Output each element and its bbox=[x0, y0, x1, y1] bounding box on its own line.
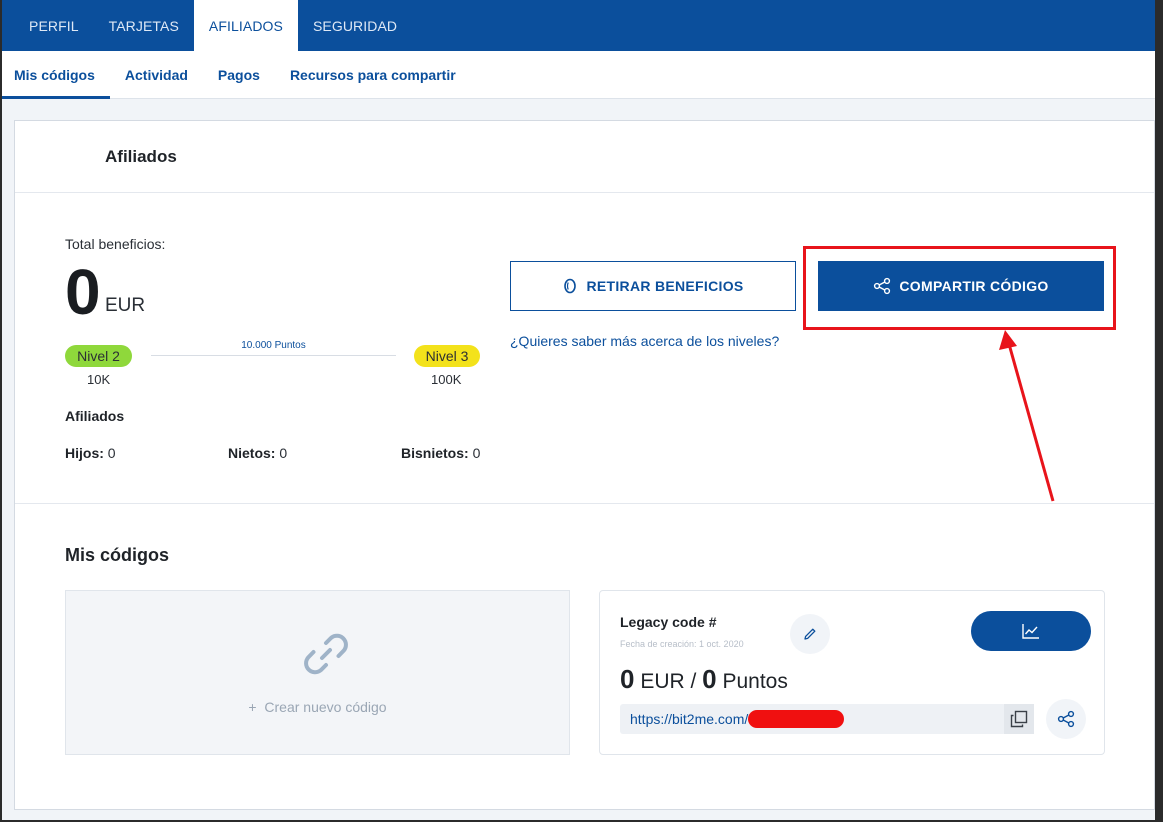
coin-icon bbox=[564, 278, 577, 294]
chart-icon bbox=[1022, 624, 1039, 639]
tab-tarjetas[interactable]: TARJETAS bbox=[94, 0, 194, 51]
stat-nietos: Nietos: 0 bbox=[228, 445, 287, 461]
total-benefits-label: Total beneficios: bbox=[65, 236, 166, 252]
create-code-tile[interactable]: + Crear nuevo código bbox=[65, 590, 570, 755]
share-icon bbox=[1057, 710, 1075, 728]
affiliates-card: Afiliados Total beneficios: 0 EUR Nivel … bbox=[14, 120, 1155, 810]
stat-hijos-value: 0 bbox=[107, 445, 116, 461]
next-level-threshold: 100K bbox=[431, 372, 462, 387]
copy-icon bbox=[1010, 710, 1028, 728]
code-card: Legacy code # Fecha de creación: 1 oct. … bbox=[599, 590, 1105, 755]
subtab-recursos[interactable]: Recursos para compartir bbox=[275, 51, 471, 99]
tab-seguridad[interactable]: SEGURIDAD bbox=[298, 0, 412, 51]
stat-bisnietos: Bisnietos: 0 bbox=[401, 445, 480, 461]
subtab-mis-codigos[interactable]: Mis códigos bbox=[2, 51, 110, 99]
copy-url-button[interactable] bbox=[1004, 704, 1034, 734]
current-level-badge: Nivel 2 bbox=[65, 345, 132, 367]
edit-code-button[interactable] bbox=[790, 614, 830, 654]
app-frame: PERFIL TARJETAS AFILIADOS SEGURIDAD Mis … bbox=[0, 0, 1163, 822]
plus-icon: + bbox=[248, 699, 257, 715]
share-code-label: COMPARTIR CÓDIGO bbox=[899, 278, 1049, 294]
my-codes-title: Mis códigos bbox=[65, 545, 170, 565]
stat-nietos-label: Nietos: bbox=[228, 445, 276, 461]
link-icon bbox=[304, 633, 348, 675]
subtab-pagos[interactable]: Pagos bbox=[203, 51, 275, 99]
level-progress-track bbox=[151, 355, 396, 356]
affiliates-subtitle: Afiliados bbox=[65, 408, 125, 424]
card-title: Afiliados bbox=[105, 146, 177, 166]
withdraw-benefits-button[interactable]: RETIRAR BENEFICIOS bbox=[510, 261, 796, 311]
share-code-button[interactable]: COMPARTIR CÓDIGO bbox=[818, 261, 1104, 311]
level-points-label: 10.000 Puntos bbox=[241, 340, 306, 351]
redaction-mark bbox=[748, 710, 845, 728]
affiliates-subnav: Mis códigos Actividad Pagos Recursos par… bbox=[2, 51, 1159, 99]
create-code-label-row: + Crear nuevo código bbox=[66, 699, 569, 715]
code-name: Legacy code # bbox=[620, 614, 717, 630]
total-benefits-unit: EUR bbox=[105, 295, 146, 316]
code-eur-unit: EUR / bbox=[640, 670, 697, 693]
share-url-button[interactable] bbox=[1046, 699, 1086, 739]
code-points-value: 0 bbox=[702, 664, 717, 694]
code-eur-value: 0 bbox=[620, 664, 635, 694]
card-header: Afiliados bbox=[15, 121, 1154, 193]
code-earnings: 0 EUR / 0 Puntos bbox=[620, 664, 788, 695]
tab-perfil[interactable]: PERFIL bbox=[2, 0, 94, 51]
tab-afiliados[interactable]: AFILIADOS bbox=[193, 0, 298, 51]
referral-url: https://bit2me.com/ bbox=[630, 711, 749, 727]
current-level-threshold: 10K bbox=[87, 372, 111, 387]
code-stats-button[interactable] bbox=[971, 611, 1091, 651]
referral-url-field[interactable]: https://bit2me.com/ bbox=[620, 704, 1006, 734]
stat-bisnietos-label: Bisnietos: bbox=[401, 445, 469, 461]
code-points-unit: Puntos bbox=[722, 670, 788, 693]
stat-hijos-label: Hijos: bbox=[65, 445, 104, 461]
scrollbar[interactable] bbox=[1155, 0, 1161, 820]
section-divider bbox=[15, 503, 1154, 504]
subtab-actividad[interactable]: Actividad bbox=[110, 51, 203, 99]
pencil-icon bbox=[804, 628, 816, 640]
next-level-badge: Nivel 3 bbox=[414, 345, 480, 367]
share-icon bbox=[874, 277, 891, 295]
withdraw-benefits-label: RETIRAR BENEFICIOS bbox=[586, 278, 744, 294]
total-benefits-value: 0 bbox=[65, 256, 101, 328]
stat-hijos: Hijos: 0 bbox=[65, 445, 116, 461]
levels-info-link[interactable]: ¿Quieres saber más acerca de los niveles… bbox=[510, 333, 779, 349]
stat-nietos-value: 0 bbox=[279, 445, 288, 461]
stat-bisnietos-value: 0 bbox=[472, 445, 481, 461]
create-code-label: Crear nuevo código bbox=[264, 699, 387, 715]
account-tabs: PERFIL TARJETAS AFILIADOS SEGURIDAD bbox=[2, 0, 1157, 51]
code-creation-date: Fecha de creación: 1 oct. 2020 bbox=[620, 639, 744, 649]
